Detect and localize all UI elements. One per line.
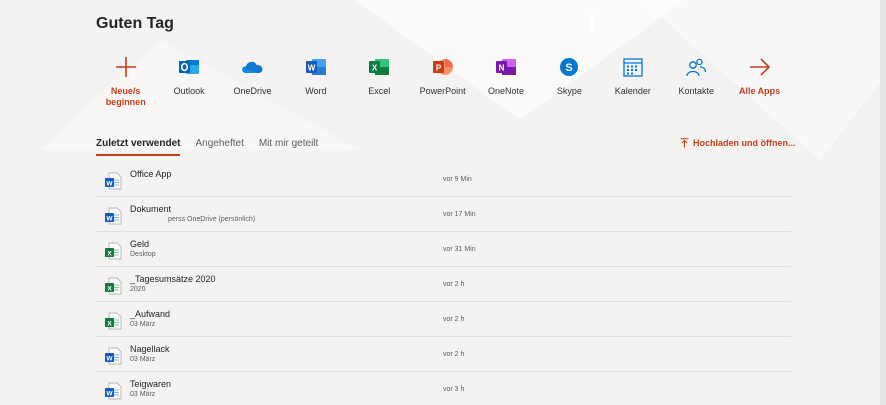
app-calendar[interactable]: Kalender	[601, 55, 664, 108]
svg-text:W: W	[106, 180, 113, 187]
onedrive-icon	[240, 55, 264, 79]
upload-icon	[680, 138, 689, 148]
word-file-icon: W	[104, 347, 122, 365]
app-label: Alle Apps	[739, 86, 781, 96]
file-name: Office App	[130, 169, 172, 179]
word-icon: W	[304, 55, 328, 79]
app-label: Skype	[556, 86, 582, 96]
file-time: vor 31 Min	[443, 246, 476, 253]
tab-recent[interactable]: Zuletzt verwendet	[96, 138, 181, 156]
skype-icon: S	[557, 55, 581, 79]
svg-text:X: X	[107, 250, 112, 257]
file-time: vor 9 Min	[443, 176, 472, 183]
powerpoint-icon: P	[431, 55, 455, 79]
word-file-icon: W	[104, 207, 122, 225]
text-cursor	[590, 13, 593, 33]
word-file-icon: W	[104, 172, 122, 190]
svg-text:W: W	[106, 355, 113, 362]
contacts-icon	[684, 55, 708, 79]
word-file-icon: W	[104, 382, 122, 400]
file-time: vor 17 Min	[443, 211, 476, 218]
file-location: 2020	[130, 286, 146, 293]
app-plus[interactable]: Neue/s beginnen	[94, 55, 157, 108]
outlook-icon	[177, 55, 201, 79]
svg-text:P: P	[435, 64, 441, 73]
file-row[interactable]: X _Aufwand 03 März vor 2 h	[96, 302, 791, 337]
app-word[interactable]: W Word	[284, 55, 347, 108]
excel-file-icon: X	[104, 242, 122, 260]
file-name: Nagellack	[130, 344, 170, 354]
page-title: Guten Tag	[96, 15, 174, 32]
file-location: Desktop	[130, 251, 156, 258]
file-row[interactable]: X Geld Desktop vor 31 Min	[96, 232, 791, 267]
app-excel[interactable]: X Excel	[348, 55, 411, 108]
calendar-icon	[621, 55, 645, 79]
file-time: vor 2 h	[443, 281, 465, 288]
app-outlook[interactable]: Outlook	[157, 55, 220, 108]
file-row[interactable]: W Dokument perss OneDrive (persönlich) vor …	[96, 197, 791, 232]
upload-label: Hochladen und öffnen...	[693, 138, 796, 148]
app-contacts[interactable]: Kontakte	[665, 55, 728, 108]
scrollbar[interactable]	[880, 0, 886, 405]
svg-text:X: X	[372, 64, 378, 73]
file-row[interactable]: X _Tagesumsätze 2020 2020 vor 2 h	[96, 267, 791, 302]
onenote-icon: N	[494, 55, 518, 79]
file-location: 03 März	[130, 321, 156, 328]
file-tabs: Zuletzt verwendet Angeheftet Mit mir getei…	[96, 138, 318, 156]
excel-file-icon: X	[104, 277, 122, 295]
app-label: Kalender	[614, 86, 651, 96]
svg-text:X: X	[107, 285, 112, 292]
app-label: Neue/s beginnen	[105, 86, 146, 107]
app-label: OneDrive	[233, 86, 272, 96]
app-onenote[interactable]: N OneNote	[474, 55, 537, 108]
app-label: Outlook	[173, 86, 205, 96]
file-location: 03 März	[130, 391, 156, 398]
app-label: Excel	[368, 86, 391, 96]
svg-text:N: N	[499, 64, 505, 73]
file-time: vor 2 h	[443, 316, 465, 323]
arrow-right-icon	[748, 55, 772, 79]
svg-text:W: W	[106, 215, 113, 222]
upload-open-button[interactable]: Hochladen und öffnen...	[680, 138, 796, 148]
app-label: OneNote	[488, 86, 525, 96]
svg-text:W: W	[106, 390, 113, 397]
app-powerpoint[interactable]: P PowerPoint	[411, 55, 474, 108]
svg-text:X: X	[107, 320, 112, 327]
file-location: perss OneDrive (persönlich)	[168, 216, 256, 223]
app-arrow-right[interactable]: Alle Apps	[728, 55, 791, 108]
file-row[interactable]: W Office App vor 9 Min	[96, 162, 791, 197]
app-onedrive[interactable]: OneDrive	[221, 55, 284, 108]
file-name: _Tagesumsätze 2020	[130, 274, 216, 284]
app-skype[interactable]: S Skype	[538, 55, 601, 108]
svg-text:S: S	[566, 62, 573, 74]
file-row[interactable]: W Nagellack 03 März vor 2 h	[96, 337, 791, 372]
excel-icon: X	[367, 55, 391, 79]
tab-pinned[interactable]: Angeheftet	[195, 138, 243, 156]
app-launcher: Neue/s beginnen Outlook OneDrive W Word X Exce…	[94, 55, 791, 108]
file-time: vor 2 h	[443, 351, 465, 358]
plus-icon	[114, 55, 138, 79]
recent-files-list: W Office App vor 9 Min W Dokument perss OneDr…	[96, 162, 791, 405]
tab-shared[interactable]: Mit mir geteilt	[259, 138, 318, 156]
file-location: 03 März	[130, 356, 156, 363]
svg-text:W: W	[308, 64, 316, 73]
app-label: Kontakte	[678, 86, 714, 96]
app-label: PowerPoint	[419, 86, 466, 96]
file-time: vor 3 h	[443, 386, 465, 393]
excel-file-icon: X	[104, 312, 122, 330]
app-label: Word	[305, 86, 327, 96]
file-name: Teigwaren	[130, 379, 172, 389]
file-name: Dokument	[130, 204, 172, 214]
file-name: _Aufwand	[130, 309, 171, 319]
file-name: Geld	[130, 239, 150, 249]
file-row[interactable]: W Teigwaren 03 März vor 3 h	[96, 372, 791, 405]
